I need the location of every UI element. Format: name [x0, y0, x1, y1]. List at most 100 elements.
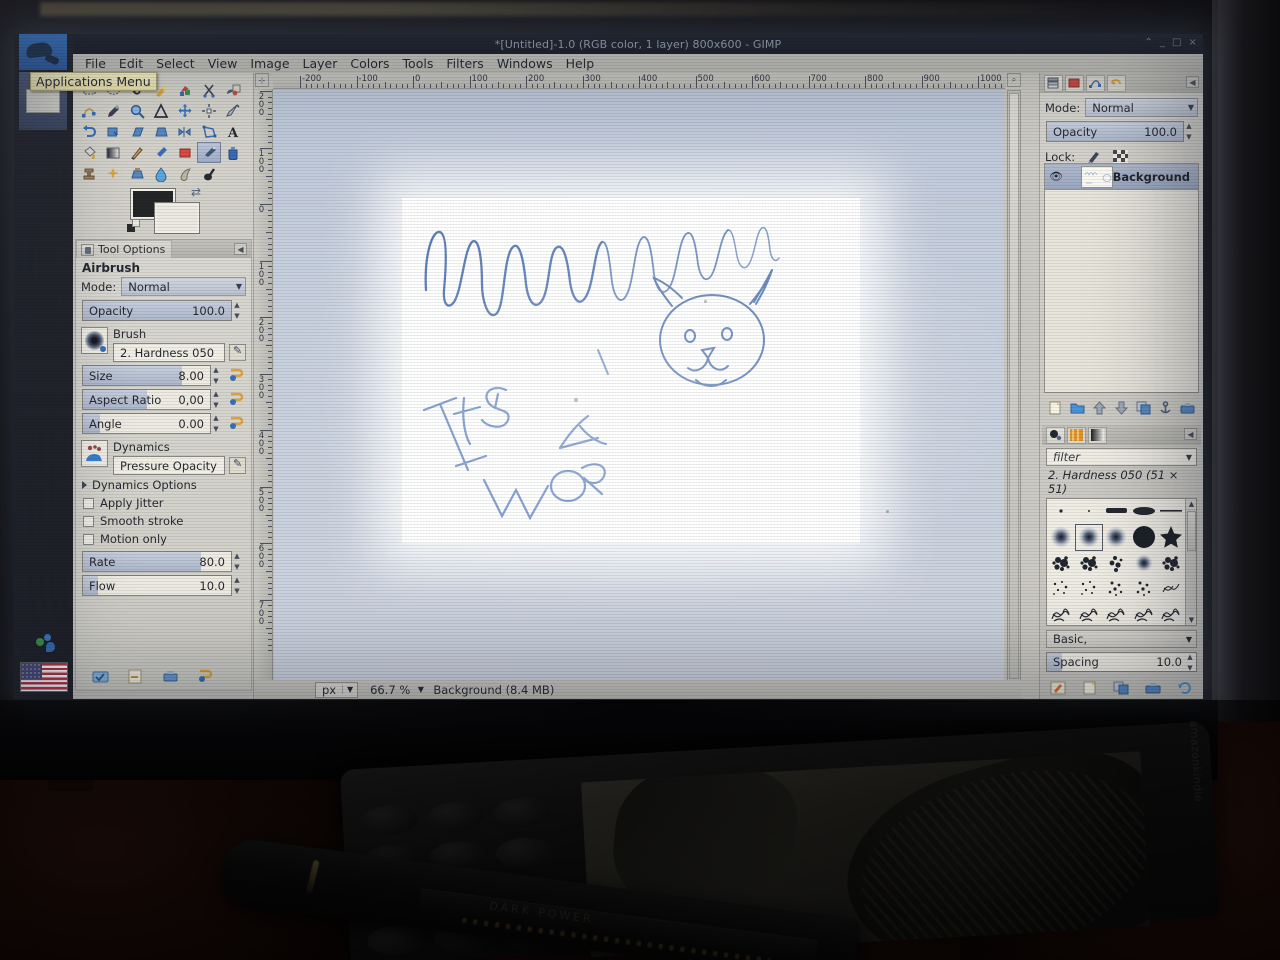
foreground-select-tool[interactable]: [221, 79, 245, 100]
scale-tool[interactable]: [101, 121, 125, 142]
rate-stepper[interactable]: ▲ ▼: [232, 552, 242, 571]
menu-image[interactable]: Image: [250, 56, 289, 71]
unit-selector[interactable]: px ▼: [315, 681, 359, 698]
edit-dynamics-icon[interactable]: [229, 457, 246, 474]
menu-help[interactable]: Help: [566, 56, 595, 71]
brush-cell[interactable]: [1130, 524, 1158, 551]
brush-cell[interactable]: [1047, 575, 1075, 600]
brush-cell[interactable]: [1103, 575, 1131, 600]
anchor-layer-icon[interactable]: [1157, 400, 1174, 416]
airbrush-tool[interactable]: [197, 142, 221, 163]
zoom-selector[interactable]: 66.7 % ▼: [366, 682, 427, 698]
window-close-button[interactable]: ×: [1189, 37, 1197, 48]
menu-filters[interactable]: Filters: [446, 56, 483, 71]
edit-brush-icon[interactable]: [1049, 680, 1066, 696]
collapse-dock-icon[interactable]: ◀: [234, 243, 247, 255]
brush-cell[interactable]: [1075, 499, 1103, 524]
brush-grid[interactable]: ▲ ▼: [1046, 498, 1197, 626]
reset-angle-icon[interactable]: [228, 415, 245, 431]
network-status-icon[interactable]: [36, 634, 56, 652]
new-layer-icon[interactable]: [1047, 400, 1064, 416]
canvas-viewport[interactable]: [274, 90, 1004, 682]
menu-select[interactable]: Select: [156, 56, 195, 71]
paths-tool[interactable]: [77, 100, 101, 121]
angle-slider[interactable]: Angle 0.00 ▲ ▼: [82, 413, 219, 434]
duplicate-brush-icon[interactable]: [1113, 680, 1130, 696]
scissors-select-tool[interactable]: [197, 79, 221, 100]
brush-cell[interactable]: [1158, 575, 1186, 600]
cage-transform-tool[interactable]: [197, 121, 221, 142]
collapse-dock-icon[interactable]: ◀: [1184, 428, 1197, 440]
brush-name-field[interactable]: 2. Hardness 050: [113, 343, 225, 362]
motion-only-checkbox[interactable]: Motion only: [76, 530, 251, 548]
perspective-clone-tool[interactable]: [125, 163, 149, 184]
move-tool[interactable]: [173, 100, 197, 121]
duplicate-layer-icon[interactable]: [1135, 400, 1152, 416]
color-picker-tool[interactable]: [101, 100, 125, 121]
flow-slider[interactable]: Flow 10.0 ▲ ▼: [82, 575, 240, 596]
blend-tool[interactable]: [101, 142, 125, 163]
window-minimize-button[interactable]: _: [1160, 37, 1165, 48]
zoom-tool[interactable]: [125, 100, 149, 121]
brush-cell[interactable]: [1130, 600, 1158, 625]
reset-aspect-icon[interactable]: [228, 391, 245, 407]
scroll-up-icon[interactable]: ▲: [1186, 499, 1196, 509]
menu-file[interactable]: File: [85, 56, 106, 71]
brush-scroll-thumb[interactable]: [1187, 511, 1196, 551]
brush-cell[interactable]: [1075, 551, 1103, 576]
brush-preview-icon[interactable]: [81, 327, 108, 354]
dynamics-preview-icon[interactable]: [81, 440, 108, 467]
dynamics-field[interactable]: Pressure Opacity: [113, 456, 225, 475]
menu-edit[interactable]: Edit: [119, 56, 143, 71]
keyboard-layout-flag-icon[interactable]: [20, 662, 68, 692]
brush-cell[interactable]: [1103, 499, 1131, 524]
tab-tool-options[interactable]: Tool Options: [76, 240, 173, 258]
layers-tab-icon[interactable]: [1044, 74, 1063, 92]
reset-colors-icon[interactable]: [127, 219, 141, 233]
table-row[interactable]: 👁 Background: [1045, 164, 1198, 190]
brush-cell[interactable]: [1103, 600, 1131, 625]
apply-jitter-checkbox[interactable]: Apply Jitter: [76, 494, 251, 512]
brush-cell[interactable]: [1047, 524, 1075, 551]
flip-tool[interactable]: [173, 121, 197, 142]
brush-cell[interactable]: [1075, 575, 1103, 600]
layer-opacity-stepper[interactable]: ▲ ▼: [1184, 122, 1194, 141]
smudge-tool[interactable]: [173, 163, 197, 184]
applications-menu-tooltip[interactable]: Applications Menu: [30, 72, 157, 91]
paintbrush-tool[interactable]: [149, 142, 173, 163]
opacity-stepper[interactable]: ▲ ▼: [232, 301, 242, 320]
rotate-tool[interactable]: [77, 121, 101, 142]
new-layer-group-icon[interactable]: [1069, 400, 1086, 416]
vertical-ruler[interactable]: 200 100 0 100 200 300 400 500 600 700: [255, 89, 273, 683]
text-tool[interactable]: A: [221, 121, 245, 142]
eraser-tool[interactable]: [173, 142, 197, 163]
dynamics-options-expander[interactable]: Dynamics Options: [76, 475, 251, 494]
brush-tag-select[interactable]: Basic, ▼: [1046, 630, 1197, 648]
blur-sharpen-tool[interactable]: [149, 163, 173, 184]
brush-cell[interactable]: [1103, 551, 1131, 576]
brush-cell[interactable]: [1047, 551, 1075, 576]
vertical-scrollbar[interactable]: [1007, 90, 1021, 682]
perspective-tool[interactable]: [149, 121, 173, 142]
brush-cell[interactable]: [1158, 600, 1186, 625]
color-swatches[interactable]: ⇄: [125, 185, 201, 233]
lower-layer-icon[interactable]: [1113, 400, 1130, 416]
layers-list[interactable]: 👁 Background: [1044, 163, 1199, 393]
shear-tool[interactable]: [125, 121, 149, 142]
brush-cell[interactable]: [1130, 499, 1158, 524]
menu-tools[interactable]: Tools: [403, 56, 434, 71]
new-brush-icon[interactable]: [1081, 680, 1098, 696]
brush-cell[interactable]: [1047, 600, 1075, 625]
delete-layer-icon[interactable]: [1179, 400, 1196, 416]
brush-cell[interactable]: [1103, 524, 1131, 551]
select-by-color-tool[interactable]: [173, 79, 197, 100]
swap-colors-icon[interactable]: ⇄: [191, 185, 205, 199]
angle-stepper[interactable]: ▲ ▼: [211, 414, 221, 433]
layer-opacity-slider[interactable]: Opacity 100.0 ▲ ▼: [1046, 121, 1192, 142]
gimp-launcher-icon[interactable]: [19, 34, 67, 70]
background-color-swatch[interactable]: [155, 203, 199, 233]
gradients-tab-icon[interactable]: [1088, 426, 1107, 444]
brush-cell-selected[interactable]: [1074, 523, 1103, 551]
raise-layer-icon[interactable]: [1091, 400, 1108, 416]
edit-brush-icon[interactable]: [229, 344, 246, 361]
